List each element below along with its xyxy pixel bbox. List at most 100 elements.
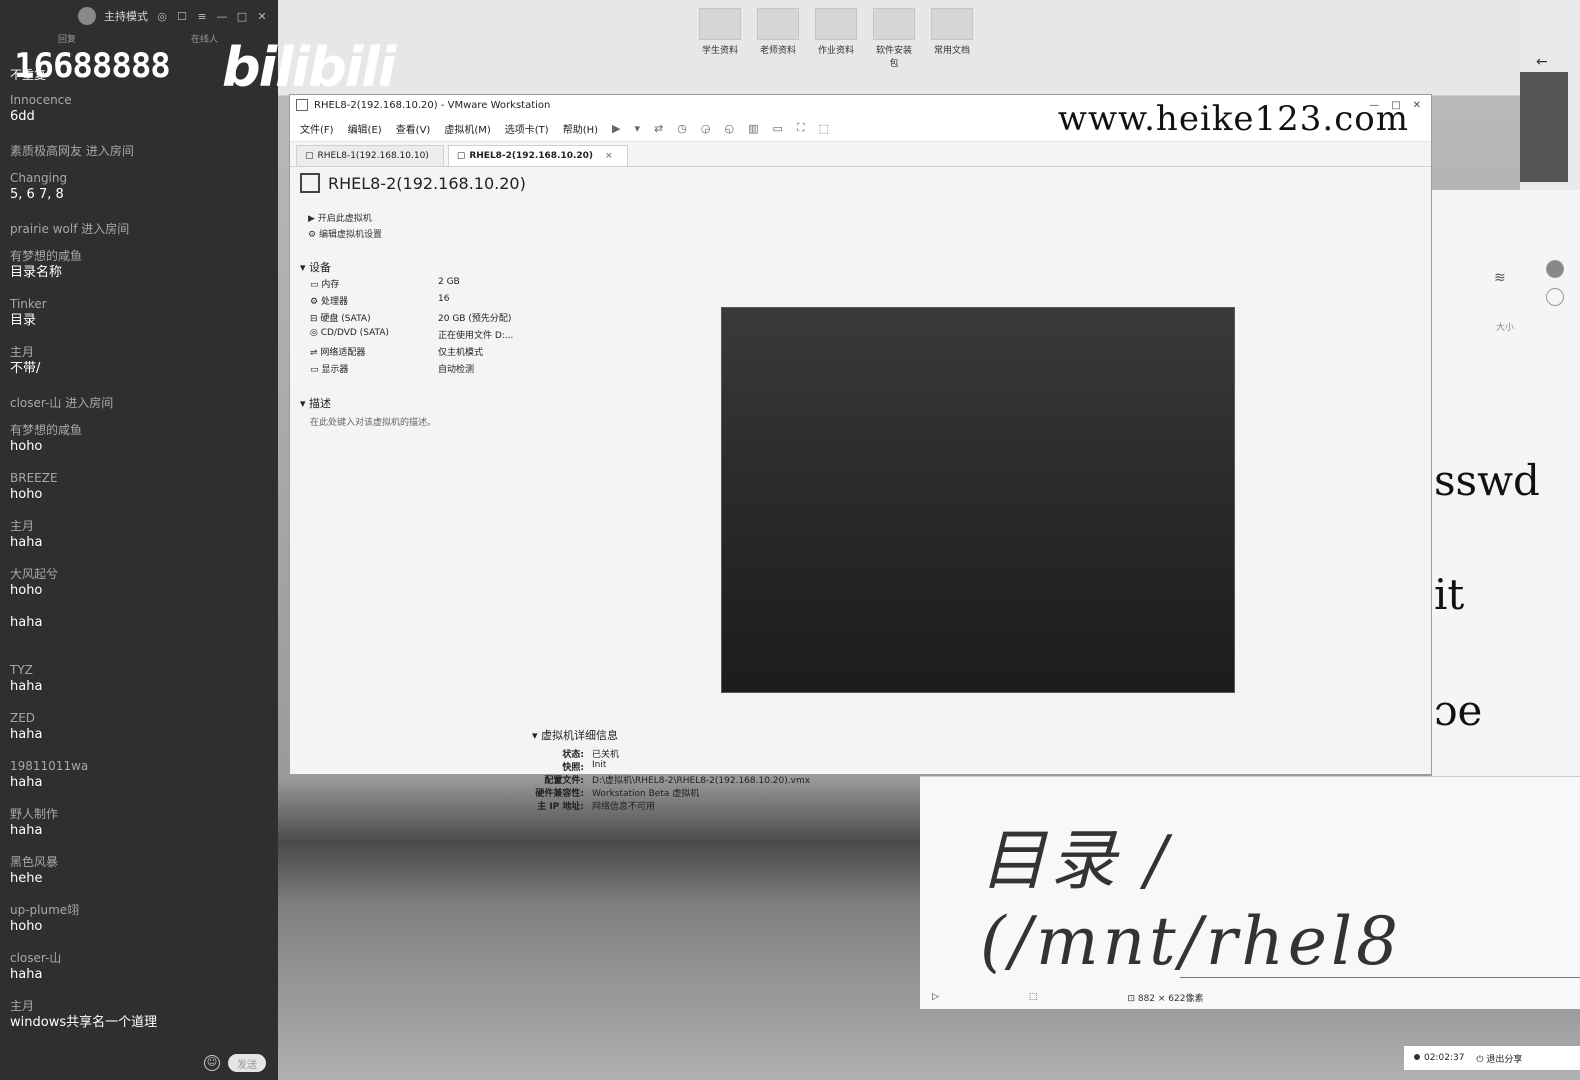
time-label: 02:02:37 — [1424, 1053, 1465, 1063]
menu-help[interactable]: 帮助(H) — [563, 121, 598, 136]
detail-row: 配置文件: D:\虚拟机\RHEL8-2\RHEL8-2(192.168.10.2… — [532, 773, 810, 786]
maximize-icon[interactable]: □ — [236, 10, 248, 23]
detail-value: 已关机 — [592, 750, 620, 760]
message-user: BREEZE — [10, 471, 58, 485]
desktop-icon[interactable]: 作业资料 — [814, 8, 858, 69]
pen-color-icon[interactable] — [1546, 260, 1564, 278]
message-text: 目录名称 — [10, 265, 63, 280]
edit-icon[interactable]: ☐ — [176, 10, 188, 23]
desktop-icon[interactable]: 常用文档 — [930, 8, 974, 69]
device-name: ▭ 内存 — [310, 280, 340, 290]
revert-snapshot-icon[interactable]: ◶ — [701, 122, 711, 135]
vm-name: RHEL8-2(192.168.10.20) — [328, 173, 526, 193]
select-icon[interactable]: ⬚ — [1029, 992, 1038, 1002]
online-tab[interactable]: 在线人 — [191, 32, 218, 45]
minimize-icon[interactable]: — — [216, 10, 228, 23]
play-icon[interactable]: ▶ — [612, 122, 620, 135]
settings-icon[interactable]: ◎ — [156, 10, 168, 23]
list-item: ZED haha — [10, 710, 272, 758]
description-hint[interactable]: 在此处键入对该虚拟机的描述。 — [310, 415, 436, 428]
exit-share-button[interactable]: ⏻ 退出分享 — [1476, 1052, 1522, 1065]
device-name-label: 显示器 — [321, 365, 349, 375]
share-status-bar: 02:02:37 ⏻ 退出分享 — [1404, 1046, 1580, 1070]
library-icon[interactable]: ▥ — [748, 122, 758, 135]
drawing-status-bar: ▷ ⬚ ⊡ 882 × 622像素 — [920, 985, 1580, 1009]
device-row[interactable]: ⚙ 处理器 16 — [310, 294, 513, 311]
vm-tab-strip: ▢ RHEL8-1(192.168.10.10) ▢ RHEL8-2(192.1… — [290, 142, 1431, 167]
fullscreen-icon[interactable]: ⛶ — [797, 121, 805, 135]
snapshot-manager-icon[interactable]: ◵ — [724, 122, 734, 135]
menu-edit[interactable]: 编辑(E) — [348, 121, 382, 136]
close-tab-icon[interactable]: × — [605, 151, 613, 161]
detail-row: 快照: Init — [532, 760, 810, 773]
chat-input-bar: ☺ 发送 — [0, 1046, 278, 1080]
emoji-icon[interactable]: ☺ — [204, 1055, 220, 1071]
device-row[interactable]: ▭ 显示器 自动检测 — [310, 362, 513, 379]
detail-key: 快照: — [562, 763, 584, 773]
details-header[interactable]: ▾ 虚拟机详细信息 — [532, 727, 810, 743]
reply-tab[interactable]: 回复 — [58, 32, 76, 45]
chevron-down-icon[interactable]: ▾ — [635, 122, 641, 135]
device-row[interactable]: ⇌ 网络适配器 仅主机模式 — [310, 345, 513, 362]
close-icon[interactable]: ✕ — [1413, 100, 1421, 111]
eraser-icon[interactable] — [1546, 288, 1564, 306]
menu-tabs[interactable]: 选项卡(T) — [505, 121, 549, 136]
pointer-icon[interactable]: ▷ — [932, 992, 939, 1002]
window-title: RHEL8-2(192.168.10.20) - VMware Workstat… — [314, 99, 551, 111]
detail-key: 配置文件: — [544, 776, 584, 786]
menu-file[interactable]: 文件(F) — [300, 121, 334, 136]
wave-icon[interactable]: ≋ — [1494, 270, 1506, 286]
tab-rhel8-2[interactable]: ▢ RHEL8-2(192.168.10.20) × — [447, 145, 628, 166]
avatar — [78, 7, 96, 25]
devices-list: ▭ 内存 2 GB ⚙ 处理器 16 ⊟ 硬盘 (SATA) 20 GB (预先分配)… — [310, 277, 513, 379]
back-arrow-icon[interactable]: ← — [1536, 54, 1548, 70]
device-row[interactable]: ▭ 内存 2 GB — [310, 277, 513, 294]
devices-section-header[interactable]: ▾ 设备 — [300, 259, 331, 275]
message-user: 主月 — [10, 345, 35, 359]
host-mode-label[interactable]: 主持模式 — [104, 8, 148, 24]
message-user: 有梦想的咸鱼 — [10, 249, 83, 263]
desktop-icons: 学生资料 老师资料 作业资料 软件安装包 常用文档 — [698, 8, 974, 69]
message-text: hehe — [10, 871, 43, 886]
desktop-icon[interactable]: 学生资料 — [698, 8, 742, 69]
desktop-icon[interactable]: 老师资料 — [756, 8, 800, 69]
description-section-header[interactable]: ▾ 描述 — [300, 395, 331, 411]
unity-icon[interactable]: ⬚ — [819, 122, 829, 135]
vmware-window: RHEL8-2(192.168.10.20) - VMware Workstat… — [289, 94, 1432, 812]
detail-key: 主 IP 地址: — [537, 802, 584, 812]
menu-vm[interactable]: 虚拟机(M) — [444, 121, 490, 136]
handwritten-text: 目录 / (/mnt/rhel8 — [980, 822, 1403, 980]
detail-value: Init — [592, 760, 607, 770]
list-item: Tinker 目录 — [10, 296, 272, 344]
recording-dot-icon — [1414, 1054, 1420, 1060]
desktop-icon[interactable]: 软件安装包 — [872, 8, 916, 69]
tab-rhel8-1[interactable]: ▢ RHEL8-1(192.168.10.10) — [296, 145, 444, 166]
edit-settings-link[interactable]: ⚙ 编辑虚拟机设置 — [308, 227, 382, 243]
message-text: hoho — [10, 919, 43, 934]
list-item: 黑色风暴 hehe — [10, 854, 272, 902]
message-text: hoho — [10, 487, 43, 502]
detail-value: D:\虚拟机\RHEL8-2\RHEL8-2(192.168.10.20).vm… — [592, 776, 811, 786]
device-name: ⊟ 硬盘 (SATA) — [310, 314, 371, 324]
device-value: 正在使用文件 D:... — [438, 331, 514, 341]
console-view-icon[interactable]: ▭ — [772, 122, 782, 135]
send-button[interactable]: 发送 — [228, 1054, 266, 1072]
detail-row: 硬件兼容性: Workstation Beta 虚拟机 — [532, 786, 810, 799]
power-on-label: 开启此虚拟机 — [317, 214, 372, 224]
drawing-panel[interactable]: 目录 / (/mnt/rhel8 ▷ ⬚ ⊡ 882 × 622像素 — [920, 776, 1580, 1009]
list-item: 19811011wa haha — [10, 758, 272, 806]
snapshot-icon[interactable]: ◷ — [677, 122, 687, 135]
device-row[interactable]: ⊟ 硬盘 (SATA) 20 GB (预先分配) — [310, 311, 513, 328]
power-on-link[interactable]: ▶ 开启此虚拟机 — [308, 211, 382, 227]
close-icon[interactable]: ✕ — [256, 10, 268, 23]
device-value: 2 GB — [438, 277, 460, 287]
menu-view[interactable]: 查看(V) — [396, 121, 431, 136]
message-user: 野人制作 — [10, 807, 59, 821]
menu-icon[interactable]: ≡ — [196, 10, 208, 23]
send-keys-icon[interactable]: ⇄ — [654, 122, 663, 135]
message-text: haha — [10, 727, 43, 742]
detail-value: 网络信息不可用 — [592, 802, 656, 812]
vm-screen-preview[interactable] — [721, 307, 1235, 693]
image-size: ⊡ 882 × 622像素 — [1127, 993, 1204, 1004]
device-row[interactable]: ◎ CD/DVD (SATA) 正在使用文件 D:... — [310, 328, 513, 345]
